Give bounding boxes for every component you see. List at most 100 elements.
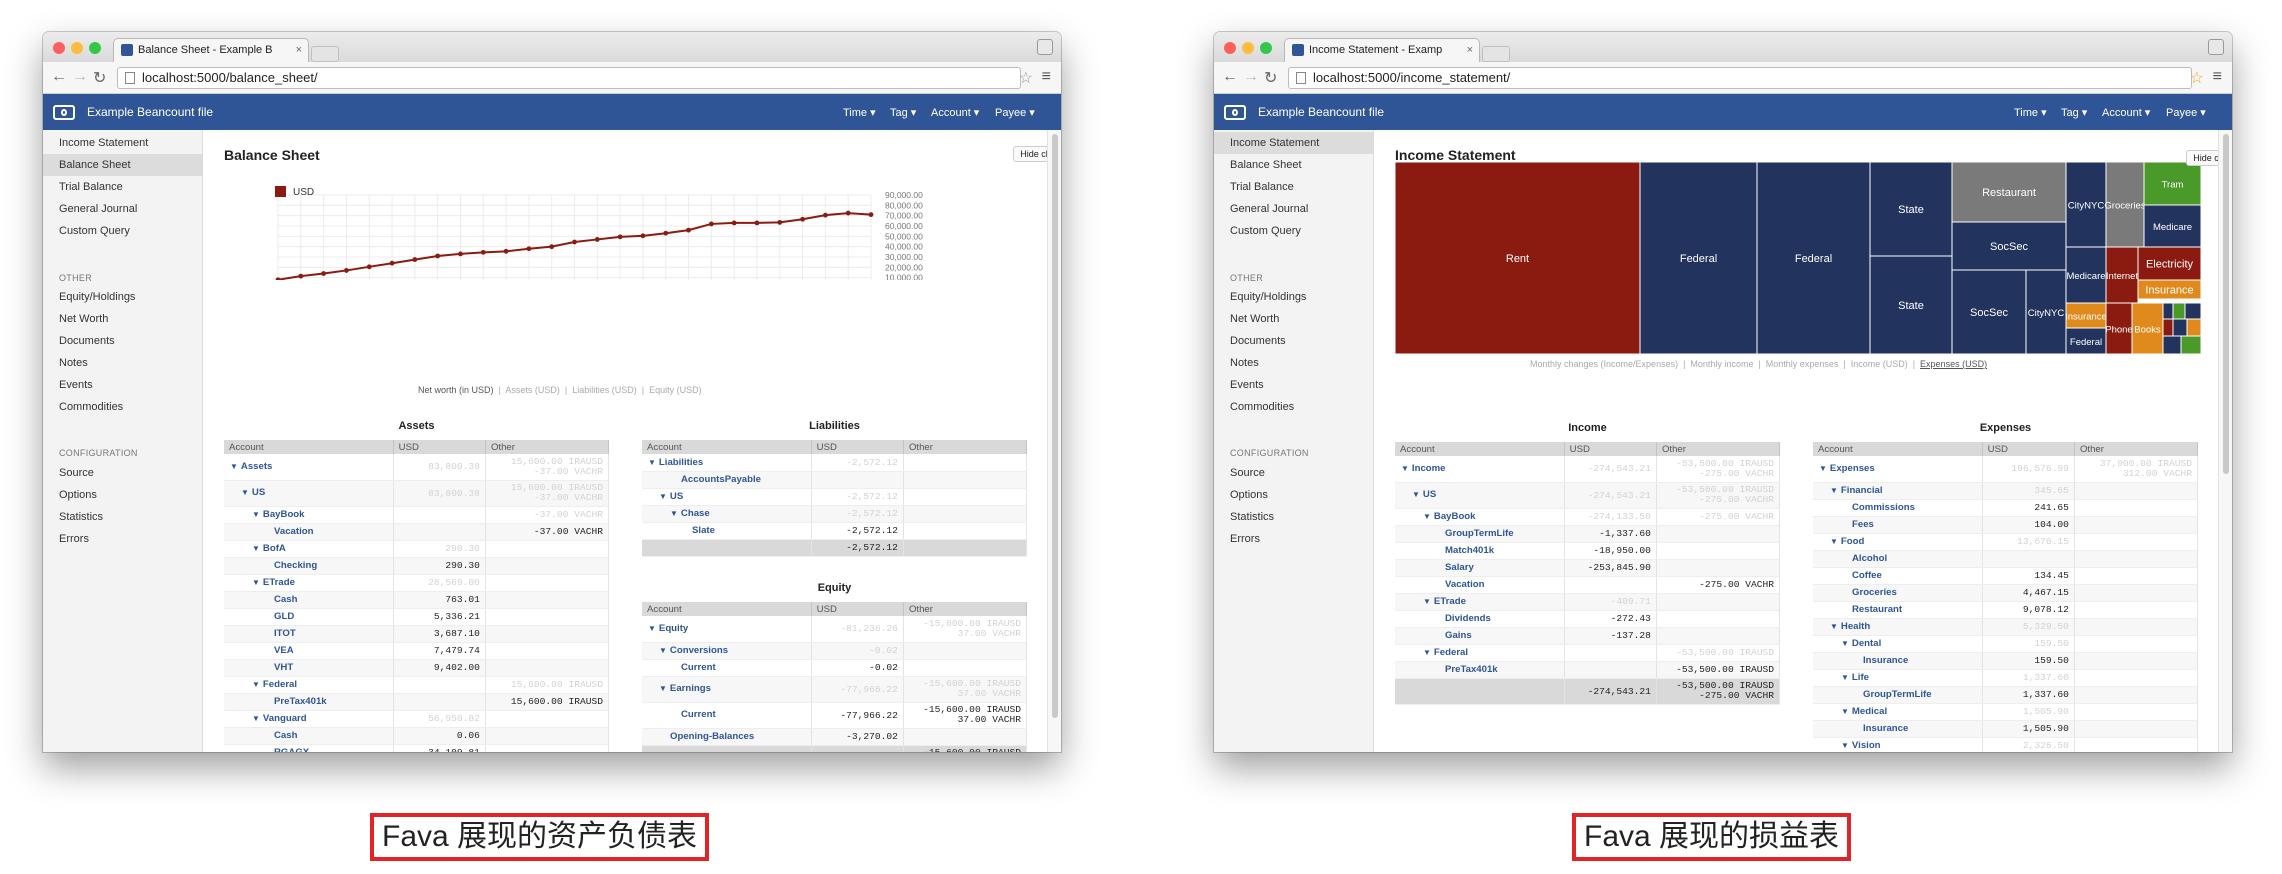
account-link[interactable]: ▼ Federal [1395, 644, 1565, 662]
minimize-window-button[interactable] [71, 42, 83, 54]
account-link[interactable]: Checking [224, 557, 394, 575]
sidebar-item-income-statement[interactable]: Income Statement [1214, 132, 1374, 154]
sidebar-item-custom-query[interactable]: Custom Query [1214, 220, 1374, 242]
account-link[interactable]: ▼ US [642, 488, 812, 506]
expand-toggle-icon[interactable]: ▼ [1841, 707, 1849, 716]
new-tab-button[interactable] [311, 46, 339, 62]
account-column-header[interactable]: Account [642, 602, 812, 616]
account-link[interactable]: Insurance [1813, 720, 1983, 738]
chart-tab-assets[interactable]: Assets (USD) [505, 385, 560, 395]
account-filter[interactable]: Account ▾ [2102, 106, 2150, 119]
account-link[interactable]: ▼ ETrade [1395, 593, 1565, 611]
account-link[interactable]: ▼ Earnings [642, 676, 812, 703]
treemap-cell-small[interactable] [2172, 302, 2186, 320]
account-column-header[interactable]: Account [224, 440, 394, 454]
expand-toggle-icon[interactable]: ▼ [659, 646, 667, 655]
sidebar-item-income-statement[interactable]: Income Statement [43, 132, 203, 154]
bookmark-star-icon[interactable]: ☆ [1019, 68, 1033, 88]
account-link[interactable]: ▼ Vision [1813, 737, 1983, 752]
treemap-cell-small[interactable] [2172, 318, 2188, 337]
tag-filter[interactable]: Tag ▾ [2061, 106, 2087, 119]
treemap-cell-small[interactable] [2162, 302, 2174, 320]
reload-icon[interactable]: ↻ [1264, 68, 1277, 88]
usd-column-header[interactable]: USD [811, 440, 904, 454]
tag-filter[interactable]: Tag ▾ [890, 106, 916, 119]
account-link[interactable]: AccountsPayable [642, 471, 812, 489]
browser-menu-icon[interactable]: ≡ [2213, 68, 2222, 86]
account-link[interactable]: ITOT [224, 625, 394, 643]
sidebar-item-events[interactable]: Events [1214, 374, 1374, 396]
expand-toggle-icon[interactable]: ▼ [1841, 741, 1849, 750]
treemap-cell-small[interactable] [2162, 335, 2182, 354]
address-bar[interactable]: localhost:5000/balance_sheet/ [117, 67, 1021, 89]
sidebar-item-custom-query[interactable]: Custom Query [43, 220, 203, 242]
new-tab-button[interactable] [1482, 46, 1510, 62]
sidebar-item-options[interactable]: Options [43, 484, 203, 506]
account-link[interactable]: ▼ US [1395, 482, 1565, 509]
zoom-window-button[interactable] [1260, 42, 1272, 54]
time-filter[interactable]: Time ▾ [2014, 106, 2047, 119]
sidebar-item-trial-balance[interactable]: Trial Balance [43, 176, 203, 198]
chart-tab-monthly-changes[interactable]: Monthly changes (Income/Expenses) [1530, 359, 1678, 369]
close-tab-icon[interactable]: × [296, 39, 302, 61]
other-column-header[interactable]: Other [2074, 442, 2199, 456]
account-link[interactable]: ▼ ETrade [224, 574, 394, 592]
usd-column-header[interactable]: USD [1982, 442, 2075, 456]
browser-tab[interactable]: Income Statement - Examp × [1284, 38, 1480, 62]
time-filter[interactable]: Time ▾ [843, 106, 876, 119]
expand-toggle-icon[interactable]: ▼ [648, 458, 656, 467]
sidebar-item-options[interactable]: Options [1214, 484, 1374, 506]
expand-toggle-icon[interactable]: ▼ [1830, 486, 1838, 495]
expand-toggle-icon[interactable]: ▼ [1830, 537, 1838, 546]
account-link[interactable]: PreTax401k [1395, 661, 1565, 679]
account-link[interactable]: GroupTermLife [1813, 686, 1983, 704]
account-link[interactable]: VHT [224, 659, 394, 677]
other-column-header[interactable]: Other [903, 602, 1028, 616]
other-column-header[interactable]: Other [485, 440, 610, 454]
zoom-window-button[interactable] [89, 42, 101, 54]
sidebar-item-source[interactable]: Source [43, 462, 203, 484]
sidebar-item-balance-sheet[interactable]: Balance Sheet [1214, 154, 1374, 176]
profile-icon[interactable] [2208, 39, 2224, 55]
expand-toggle-icon[interactable]: ▼ [659, 684, 667, 693]
bookmark-star-icon[interactable]: ☆ [2190, 68, 2204, 88]
account-link[interactable]: Fees [1813, 516, 1983, 534]
sidebar-item-general-journal[interactable]: General Journal [1214, 198, 1374, 220]
account-link[interactable]: ▼ Income [1395, 456, 1565, 483]
sidebar-item-net-worth[interactable]: Net Worth [1214, 308, 1374, 330]
scrollbar-thumb[interactable] [1052, 134, 1058, 718]
expand-toggle-icon[interactable]: ▼ [659, 492, 667, 501]
usd-column-header[interactable]: USD [1564, 442, 1657, 456]
payee-filter[interactable]: Payee ▾ [995, 106, 1035, 119]
account-link[interactable]: Salary [1395, 559, 1565, 577]
close-tab-icon[interactable]: × [1467, 39, 1473, 61]
account-link[interactable]: ▼ BayBook [1395, 508, 1565, 526]
expand-toggle-icon[interactable]: ▼ [1841, 673, 1849, 682]
account-filter[interactable]: Account ▾ [931, 106, 979, 119]
account-link[interactable]: ▼ Expenses [1813, 456, 1983, 483]
sidebar-item-errors[interactable]: Errors [1214, 528, 1374, 550]
expand-toggle-icon[interactable]: ▼ [670, 509, 678, 518]
expand-toggle-icon[interactable]: ▼ [241, 488, 249, 497]
account-link[interactable]: Current [642, 659, 812, 677]
usd-column-header[interactable]: USD [393, 440, 486, 454]
expand-toggle-icon[interactable]: ▼ [1819, 464, 1827, 473]
address-bar[interactable]: localhost:5000/income_statement/ [1288, 67, 2192, 89]
sidebar-item-notes[interactable]: Notes [1214, 352, 1374, 374]
treemap-cell-small[interactable] [2180, 335, 2201, 354]
account-link[interactable]: RGAGX [224, 744, 394, 752]
account-link[interactable]: ▼ Conversions [642, 642, 812, 660]
account-link[interactable]: ▼ Health [1813, 618, 1983, 636]
sidebar-item-balance-sheet[interactable]: Balance Sheet [43, 154, 203, 176]
close-window-button[interactable] [1224, 42, 1236, 54]
sidebar-item-events[interactable]: Events [43, 374, 203, 396]
chart-tab-equity[interactable]: Equity (USD) [649, 385, 702, 395]
chart-tab-monthly-income[interactable]: Monthly income [1690, 359, 1753, 369]
sidebar-item-trial-balance[interactable]: Trial Balance [1214, 176, 1374, 198]
account-link[interactable]: Vacation [1395, 576, 1565, 594]
account-link[interactable]: ▼ Life [1813, 669, 1983, 687]
account-link[interactable]: ▼ BayBook [224, 506, 394, 524]
sidebar-item-source[interactable]: Source [1214, 462, 1374, 484]
browser-tab[interactable]: Balance Sheet - Example B × [113, 38, 309, 62]
account-link[interactable]: Alcohol [1813, 550, 1983, 568]
